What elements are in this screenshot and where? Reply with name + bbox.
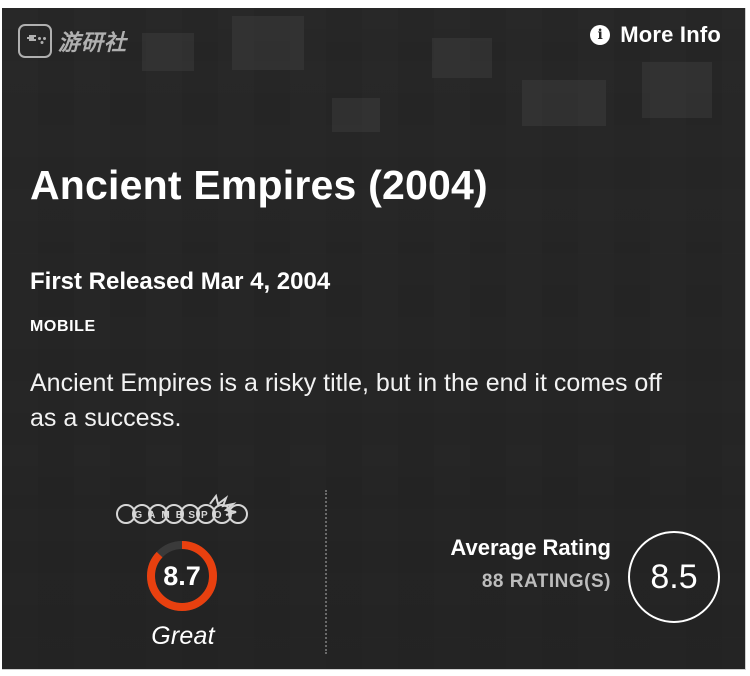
background-block [642,62,712,118]
watermark-text: 游研社 [58,31,128,56]
gamepad-icon [18,24,52,58]
more-info-button[interactable]: i More Info [590,22,721,48]
background-block [522,80,606,126]
background-block [332,98,380,132]
gamespot-logo: GAMESPOT [116,493,248,524]
average-rating-title: Average Rating [450,535,611,560]
gamespot-review-score: GAMESPOT 8.7 Great [107,490,267,669]
background-block [432,38,492,78]
background-block [142,33,194,71]
average-rating-value: 8.5 [650,557,698,596]
gamespot-verdict: Great [151,622,215,650]
average-rating-score: 8.5 [628,531,720,623]
info-icon: i [590,25,611,45]
game-summary-card: 游研社 i More Info Ancient Empires (2004) F… [2,8,746,670]
watermark: 游研社 [18,24,127,58]
more-info-label: More Info [620,22,721,47]
background-block [232,16,304,70]
game-title: Ancient Empires (2004) [30,162,488,208]
rating-count: 88 RATING(S) [481,571,611,592]
divider [325,490,327,654]
gamespot-score: 8.7 [163,560,201,591]
first-released: First Released Mar 4, 2004 [30,268,331,295]
gamespot-logo-text: GAMESPOT [134,510,239,521]
platform-label: MOBILE [30,318,96,335]
game-description: Ancient Empires is a risky title, but in… [30,369,662,432]
